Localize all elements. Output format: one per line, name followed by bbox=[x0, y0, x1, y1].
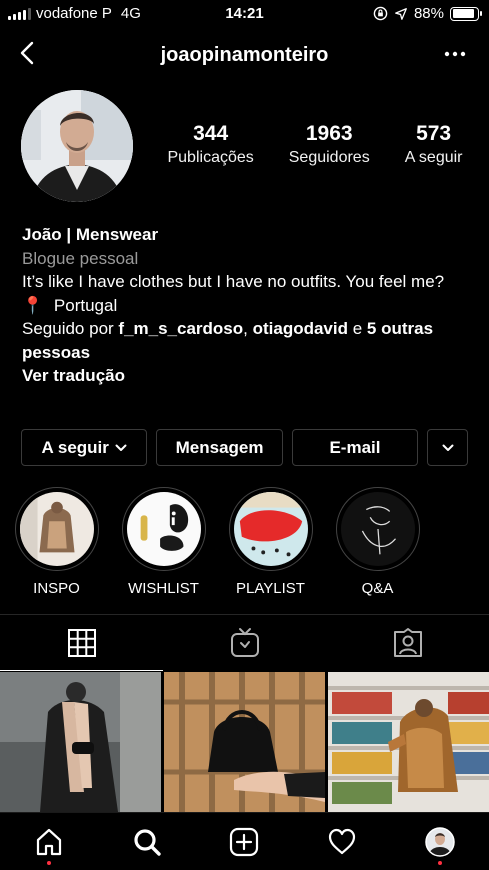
followed-by-user[interactable]: f_m_s_cardoso bbox=[118, 319, 243, 338]
battery-icon bbox=[450, 6, 482, 21]
notification-dot bbox=[438, 861, 443, 865]
bottom-tab-bar bbox=[0, 812, 489, 870]
chevron-down-icon bbox=[115, 444, 127, 451]
post-grid bbox=[0, 672, 489, 812]
see-translation-link[interactable]: Ver tradução bbox=[22, 364, 472, 388]
highlight-ring bbox=[228, 487, 313, 571]
location-arrow-icon bbox=[395, 7, 407, 20]
highlight-cover bbox=[340, 492, 415, 566]
tab-home[interactable] bbox=[0, 813, 98, 870]
screen-lock-icon bbox=[373, 6, 388, 21]
highlight-cover bbox=[126, 492, 201, 566]
tab-activity[interactable] bbox=[293, 813, 391, 870]
battery-fill bbox=[452, 9, 474, 18]
email-button-label: E-mail bbox=[329, 437, 381, 457]
tab-grid[interactable] bbox=[0, 615, 163, 671]
tab-tagged[interactable] bbox=[326, 615, 489, 671]
battery-percent: 88% bbox=[413, 5, 444, 22]
stat-label: Publicações bbox=[167, 149, 254, 166]
message-button-label: Mensagem bbox=[175, 437, 264, 457]
highlight-ring bbox=[14, 487, 99, 571]
highlight-cover bbox=[19, 492, 94, 566]
profile-actions: A seguir Mensagem E-mail bbox=[21, 429, 468, 466]
post-thumbnail[interactable] bbox=[328, 672, 489, 812]
location-pin-icon: 📍 bbox=[22, 295, 44, 315]
stat-value: 344 bbox=[193, 122, 229, 145]
stat-following[interactable]: 573 A seguir bbox=[405, 122, 463, 167]
heart-icon bbox=[329, 828, 356, 854]
chevron-down-icon bbox=[442, 444, 454, 451]
highlight-label: WISHLIST bbox=[128, 580, 199, 597]
stat-label: A seguir bbox=[404, 149, 463, 166]
highlight-wishlist[interactable]: WISHLIST bbox=[121, 487, 206, 597]
highlight-cover bbox=[233, 492, 308, 566]
stat-posts[interactable]: 344 Publicações bbox=[167, 122, 253, 167]
suggested-dropdown-button[interactable] bbox=[427, 429, 468, 466]
more-dots-icon[interactable] bbox=[443, 42, 467, 66]
status-bar: vodafone P 4G 14:21 88% bbox=[0, 0, 489, 28]
post-thumbnail[interactable] bbox=[0, 672, 161, 812]
followed-by-prefix: Seguido por bbox=[22, 319, 119, 338]
profile-tabs bbox=[0, 615, 489, 671]
home-icon bbox=[36, 828, 61, 855]
tab-new-post[interactable] bbox=[196, 813, 294, 870]
add-post-icon bbox=[230, 827, 259, 856]
story-highlights: INSPO WISHLIST PLAYLIST Q&A bbox=[14, 487, 420, 597]
igtv-icon bbox=[230, 628, 259, 657]
grid-icon bbox=[67, 629, 96, 657]
avatar bbox=[425, 826, 455, 857]
following-button[interactable]: A seguir bbox=[21, 429, 148, 466]
tagged-icon bbox=[393, 628, 422, 657]
following-button-label: A seguir bbox=[41, 437, 109, 457]
profile-stats: 344 Publicações 1963 Seguidores 573 A se… bbox=[150, 122, 480, 167]
profile-username: joaopinamonteiro bbox=[160, 44, 329, 66]
status-right: 88% bbox=[373, 5, 482, 22]
profile-display-name: João | Menswear bbox=[22, 225, 159, 244]
stat-value: 1963 bbox=[305, 122, 353, 145]
followed-by-and: e bbox=[348, 319, 367, 338]
highlight-label: PLAYLIST bbox=[236, 580, 305, 597]
tab-profile[interactable] bbox=[391, 813, 489, 870]
highlight-label: INSPO bbox=[33, 580, 80, 597]
highlight-playlist[interactable]: PLAYLIST bbox=[228, 487, 313, 597]
nav-bar: joaopinamonteiro bbox=[0, 32, 489, 76]
email-button[interactable]: E-mail bbox=[291, 429, 419, 466]
search-icon bbox=[134, 828, 161, 856]
followed-by[interactable]: Seguido por f_m_s_cardoso, otiagodavid e… bbox=[22, 317, 472, 364]
profile-bio: João | Menswear Blogue pessoal It’s like… bbox=[22, 223, 472, 388]
stat-value: 573 bbox=[416, 122, 452, 145]
highlight-ring bbox=[121, 487, 206, 571]
message-button[interactable]: Mensagem bbox=[156, 429, 283, 466]
stat-label: Seguidores bbox=[288, 149, 370, 166]
followed-by-user[interactable]: otiagodavid bbox=[253, 319, 348, 338]
bio-text: It’s like I have clothes but I have no o… bbox=[22, 272, 445, 291]
notification-dot bbox=[46, 861, 51, 865]
highlight-inspo[interactable]: INSPO bbox=[14, 487, 99, 597]
bio-location: 📍 Portugal bbox=[22, 294, 472, 318]
highlight-label: Q&A bbox=[361, 580, 394, 597]
highlight-qa[interactable]: Q&A bbox=[335, 487, 420, 597]
profile-avatar[interactable] bbox=[21, 90, 133, 202]
profile-category: Blogue pessoal bbox=[22, 248, 139, 268]
stat-followers[interactable]: 1963 Seguidores bbox=[289, 122, 370, 167]
tab-igtv[interactable] bbox=[163, 615, 326, 671]
avatar-photo bbox=[21, 90, 133, 202]
tab-search[interactable] bbox=[98, 813, 196, 870]
followed-by-separator: , bbox=[243, 319, 253, 338]
location-text: Portugal bbox=[53, 295, 118, 315]
highlight-ring bbox=[335, 487, 420, 571]
post-thumbnail[interactable] bbox=[164, 672, 325, 812]
